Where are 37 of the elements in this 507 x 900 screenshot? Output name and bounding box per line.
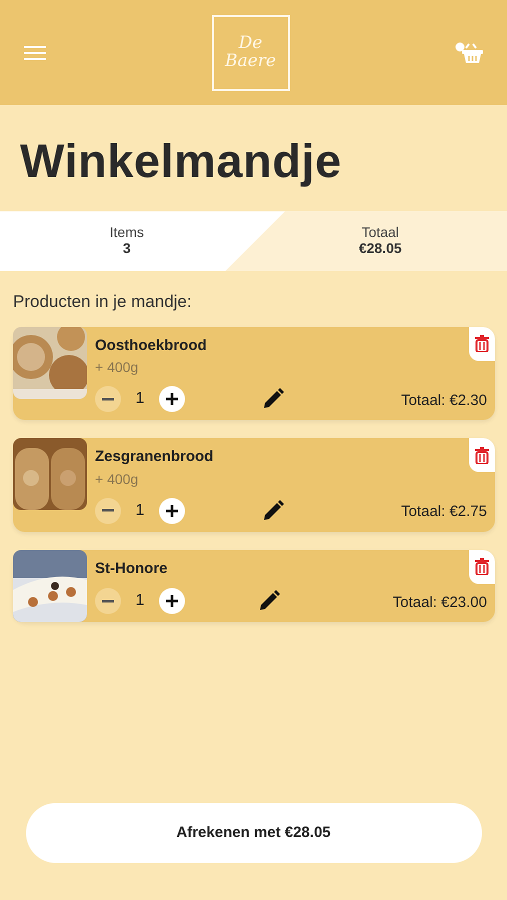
minus-icon — [102, 509, 114, 512]
summary-value: €28.05 — [358, 240, 403, 257]
pencil-icon[interactable] — [262, 500, 284, 522]
delete-button[interactable] — [469, 550, 495, 584]
section-label: Producten in je mandje: — [12, 291, 193, 314]
quantity: 1 — [134, 500, 146, 521]
trash-icon — [475, 335, 489, 352]
summary-value: 3 — [122, 240, 132, 257]
trash-icon — [475, 558, 489, 576]
delete-button[interactable] — [469, 326, 495, 361]
product-total: Totaal: €2.30 — [401, 390, 487, 411]
minus-icon — [102, 600, 114, 603]
quantity: 1 — [134, 389, 146, 410]
checkout-button[interactable]: Afrekenen met €28.05 — [26, 803, 482, 863]
delete-button[interactable] — [469, 438, 495, 472]
plus-icon — [166, 504, 178, 517]
pencil-icon[interactable] — [258, 590, 280, 612]
logo: De Baere — [212, 14, 290, 90]
product-name: St-Honore — [95, 558, 168, 579]
product-name: Zesgranenbrood — [95, 447, 214, 468]
product-total: Totaal: €2.75 — [401, 502, 487, 522]
plus-button[interactable] — [159, 588, 185, 614]
summary-label: Items — [108, 224, 145, 240]
summary-label: Totaal — [360, 224, 400, 240]
pencil-icon[interactable] — [262, 388, 284, 410]
plus-button[interactable] — [159, 386, 185, 412]
plus-icon — [166, 393, 178, 406]
product-total: Totaal: €23.00 — [392, 592, 487, 613]
page-title: Winkelmandje — [19, 133, 343, 189]
product-name: Oosthoekbrood — [95, 336, 207, 356]
trash-icon — [475, 446, 489, 464]
minus-icon — [102, 398, 114, 401]
plus-icon — [166, 595, 178, 608]
product-option: + 400g — [95, 468, 138, 490]
plus-button[interactable] — [159, 498, 185, 524]
product-option: + 400g — [95, 357, 138, 378]
quantity: 1 — [134, 591, 146, 612]
